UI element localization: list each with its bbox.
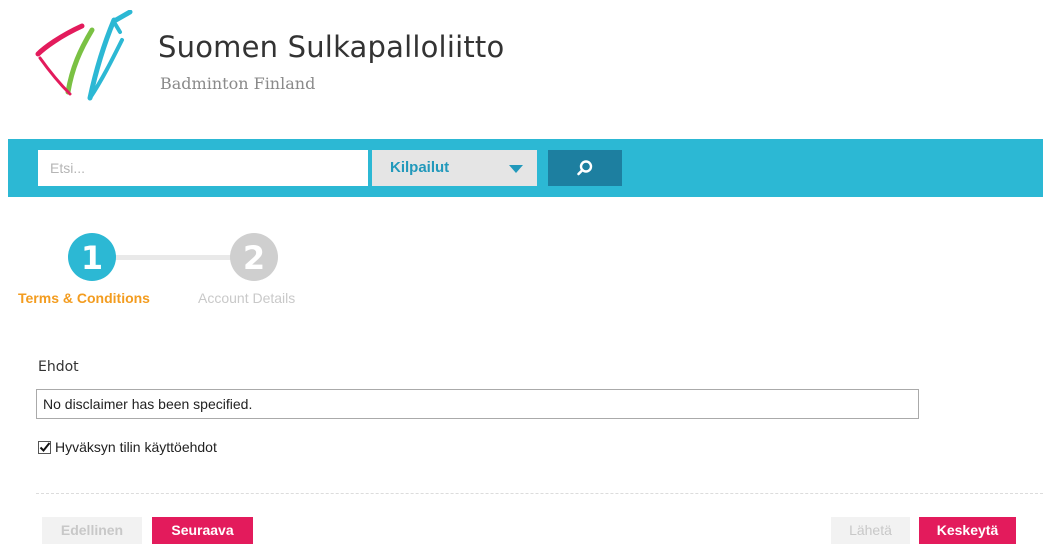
checkmark-icon [39, 441, 51, 452]
category-select-value: Kilpailut [390, 159, 450, 176]
step-2-circle: 2 [230, 233, 278, 281]
terms-title: Ehdot [38, 359, 79, 375]
stepper-connector [112, 255, 232, 260]
step-1-label: Terms & Conditions [18, 290, 150, 306]
disclaimer-box: No disclaimer has been specified. [36, 389, 919, 419]
search-icon [577, 160, 593, 176]
shuttlecock-logo-icon [35, 10, 133, 101]
step-2-label: Account Details [198, 290, 296, 306]
accept-terms-checkbox[interactable] [38, 440, 51, 454]
accept-terms-row[interactable]: Hyväksyn tilin käyttöehdot [38, 438, 217, 456]
accept-terms-label: Hyväksyn tilin käyttöehdot [55, 439, 217, 455]
category-select[interactable]: Kilpailut [372, 150, 537, 186]
divider [36, 493, 1043, 494]
search-bar: Kilpailut [8, 139, 1043, 197]
chevron-down-icon [509, 165, 523, 173]
brand-subtitle: Badminton Finland [160, 74, 316, 93]
brand-title: Suomen Sulkapalloliitto [158, 30, 505, 64]
cancel-button[interactable]: Keskeytä [919, 517, 1016, 544]
search-button[interactable] [548, 150, 622, 186]
previous-button[interactable]: Edellinen [42, 517, 142, 544]
next-button[interactable]: Seuraava [152, 517, 253, 544]
step-1-circle: 1 [68, 233, 116, 281]
send-button[interactable]: Lähetä [831, 517, 910, 544]
search-input[interactable] [38, 150, 368, 186]
